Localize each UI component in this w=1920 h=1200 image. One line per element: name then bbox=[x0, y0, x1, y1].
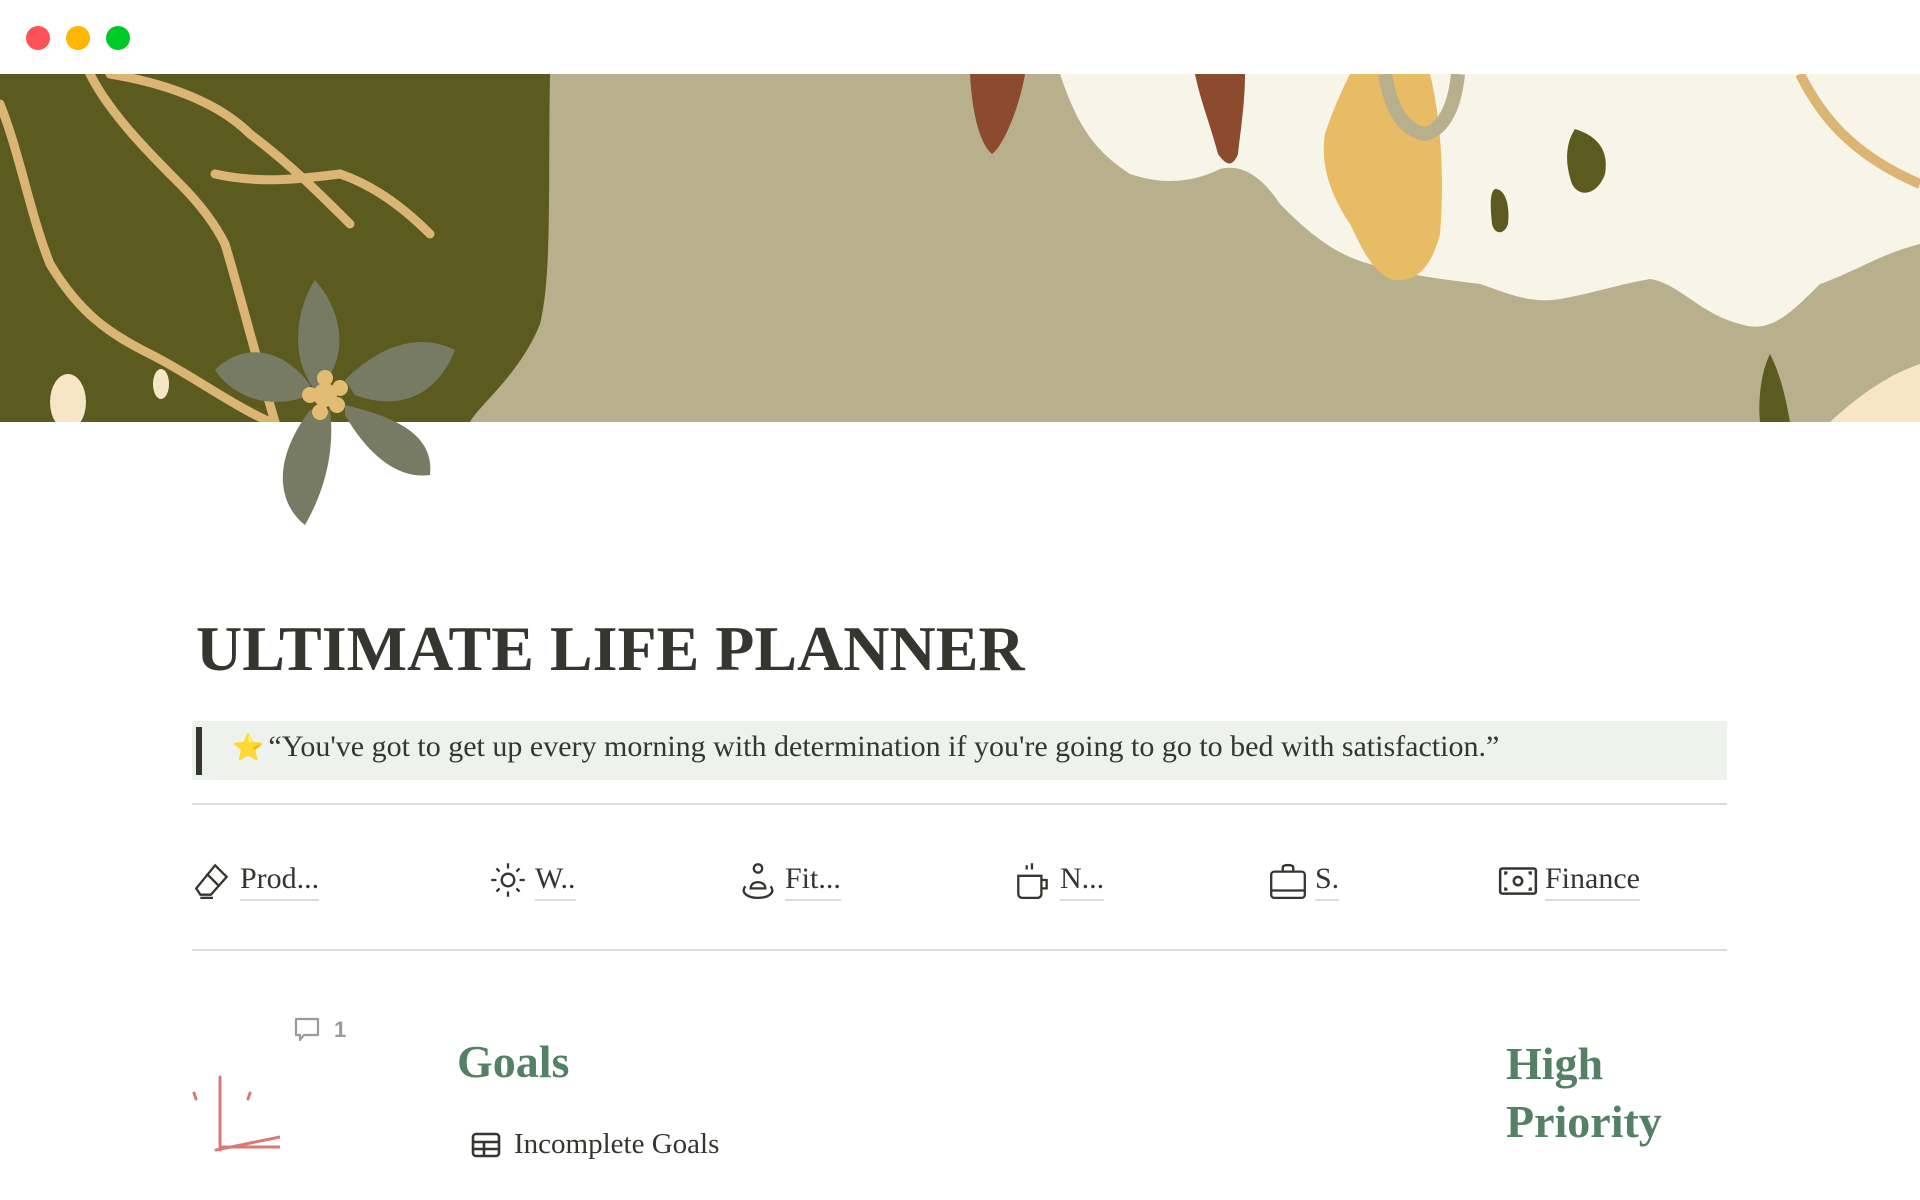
goals-heading: Goals bbox=[457, 1036, 570, 1087]
incomplete-goals-link[interactable]: Incomplete Goals bbox=[470, 1128, 719, 1161]
comment-indicator[interactable]: 1 bbox=[292, 1015, 346, 1045]
person-icon bbox=[742, 863, 774, 900]
page-title: ULTIMATE LIFE PLANNER bbox=[196, 613, 1025, 684]
high-priority-heading: High Priority bbox=[1506, 1038, 1662, 1147]
quote-text: ⭐ “You've got to get up every morning wit… bbox=[232, 730, 1499, 764]
star-icon: ⭐ bbox=[232, 733, 265, 762]
divider bbox=[192, 803, 1727, 805]
sketch-illustration bbox=[190, 1075, 282, 1165]
nav-item-self[interactable]: S. bbox=[1267, 850, 1340, 910]
money-icon bbox=[1498, 867, 1538, 895]
quote-bar bbox=[196, 727, 202, 775]
flower-icon[interactable] bbox=[205, 270, 475, 540]
sun-icon bbox=[491, 863, 525, 897]
nav-item-wellness[interactable]: W.. bbox=[487, 850, 576, 910]
comment-count: 1 bbox=[334, 1017, 347, 1042]
nav-item-finance[interactable]: Finance bbox=[1497, 850, 1640, 910]
nav-item-nutrition[interactable]: N... bbox=[1012, 850, 1105, 910]
nav-label: Fit... bbox=[785, 860, 841, 901]
nav-item-fitness[interactable]: Fit... bbox=[737, 850, 841, 910]
minimize-window-button[interactable] bbox=[66, 26, 90, 50]
eraser-icon bbox=[194, 863, 229, 900]
bag-icon bbox=[1270, 863, 1306, 900]
nav-label: N... bbox=[1060, 860, 1105, 901]
window-titlebar bbox=[0, 0, 1920, 74]
nav-label: W.. bbox=[535, 860, 576, 901]
quote-callout: ⭐ “You've got to get up every morning wit… bbox=[192, 721, 1727, 780]
nav-item-productivity[interactable]: Prod... bbox=[192, 850, 320, 910]
mug-icon bbox=[1017, 863, 1048, 900]
comment-icon bbox=[294, 1017, 320, 1042]
close-window-button[interactable] bbox=[26, 26, 50, 50]
table-icon bbox=[471, 1132, 501, 1157]
divider bbox=[192, 949, 1727, 951]
nav-label: S. bbox=[1315, 860, 1340, 901]
maximize-window-button[interactable] bbox=[106, 26, 130, 50]
incomplete-goals-label: Incomplete Goals bbox=[514, 1128, 720, 1160]
nav-label: Finance bbox=[1545, 860, 1640, 901]
nav-label: Prod... bbox=[240, 860, 320, 901]
quote-body: “You've got to get up every morning with… bbox=[268, 730, 1500, 763]
section-nav: Prod... W.. Fit... N... S. Finance bbox=[192, 850, 1727, 910]
